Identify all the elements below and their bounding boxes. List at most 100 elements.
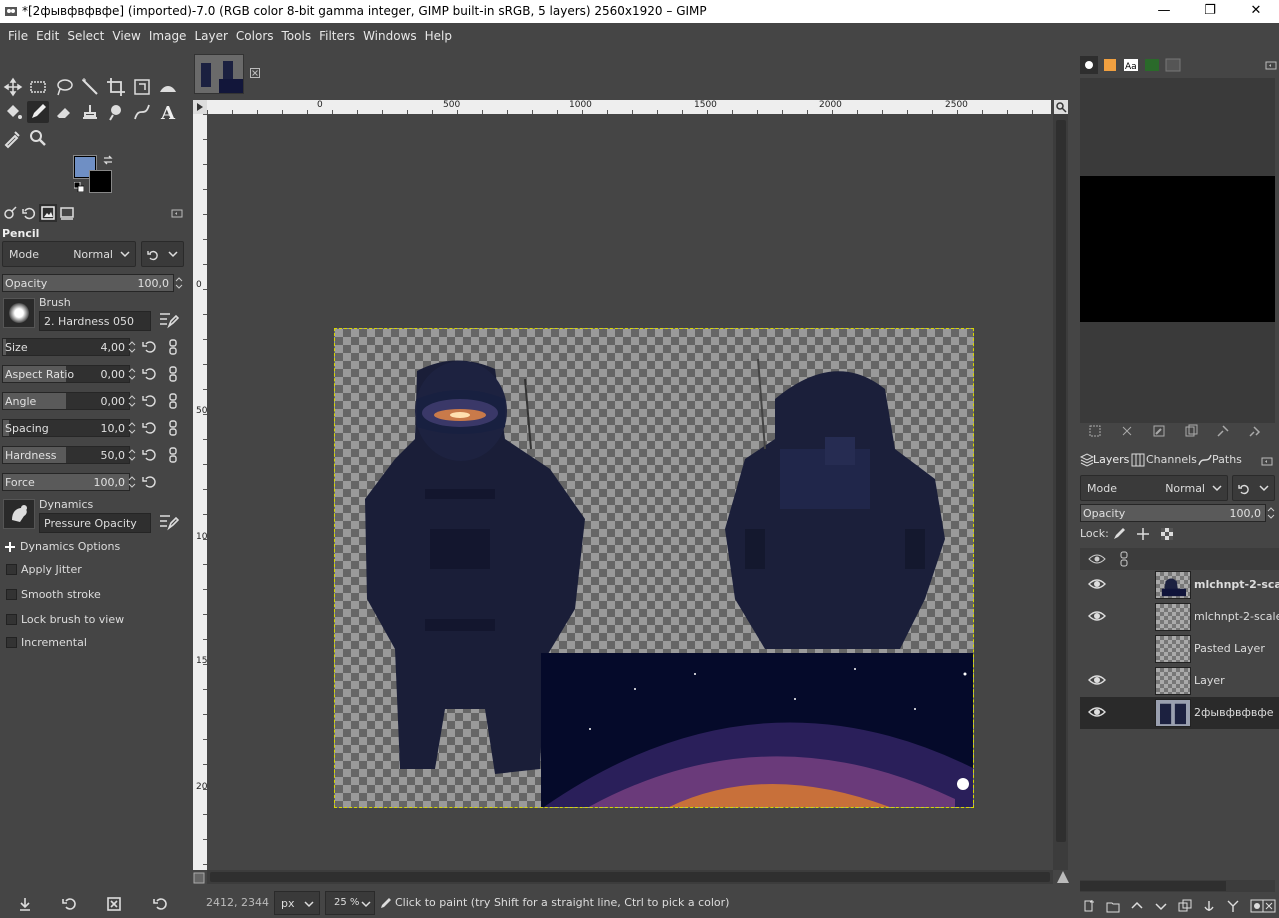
menu-tools[interactable]: Tools bbox=[278, 23, 316, 50]
opacity-slider[interactable]: Opacity 100,0 bbox=[2, 274, 174, 292]
eye-icon[interactable] bbox=[1088, 609, 1106, 623]
layer-name[interactable]: mlchnpt-2-sca bbox=[1194, 578, 1279, 591]
aspect-ratio-reset-icon[interactable] bbox=[140, 365, 158, 383]
lasso-tool-icon[interactable] bbox=[53, 76, 75, 98]
hardness-slider[interactable]: Hardness 50,0 bbox=[2, 446, 130, 464]
layer-name[interactable]: Layer bbox=[1194, 674, 1279, 687]
layers-hscroll-thumb[interactable] bbox=[1080, 881, 1226, 891]
dynamics-options-expander[interactable]: Dynamics Options bbox=[20, 540, 120, 553]
zoom-dropdown[interactable]: 25 % bbox=[325, 891, 375, 915]
aspect-ratio-link-icon[interactable] bbox=[164, 365, 182, 383]
spacing-link-icon[interactable] bbox=[164, 419, 182, 437]
layer-row-3[interactable]: Layer bbox=[1080, 665, 1279, 697]
new-layer-icon[interactable] bbox=[1082, 899, 1096, 913]
layer-row-0[interactable]: mlchnpt-2-sca bbox=[1080, 569, 1279, 601]
horizontal-scroll-thumb[interactable] bbox=[210, 872, 1050, 882]
layer-name[interactable]: mlchnpt-2-scaled bbox=[1194, 610, 1279, 623]
layer-name[interactable]: 2фывфвфвфе bbox=[1194, 706, 1279, 719]
eye-icon[interactable] bbox=[1088, 577, 1106, 591]
color-picker-tool-icon[interactable] bbox=[2, 127, 24, 149]
palettes-tab-icon[interactable] bbox=[1164, 56, 1182, 74]
brushes-tab-icon[interactable] bbox=[1080, 56, 1098, 74]
lock-pixels-icon[interactable] bbox=[1112, 527, 1126, 541]
layer-opacity-spin-icon[interactable] bbox=[1267, 506, 1275, 520]
background-color-swatch[interactable] bbox=[89, 170, 112, 193]
menu-file[interactable]: File bbox=[4, 23, 32, 50]
layers-tab[interactable]: Layers bbox=[1093, 453, 1129, 466]
paths-tool-icon[interactable] bbox=[131, 101, 153, 123]
lock-position-icon[interactable] bbox=[1136, 527, 1150, 541]
channels-tab[interactable]: Channels bbox=[1146, 453, 1197, 466]
menu-windows[interactable]: Windows bbox=[359, 23, 421, 50]
eye-icon[interactable] bbox=[1088, 673, 1106, 687]
size-spin-icon[interactable] bbox=[128, 340, 136, 354]
angle-link-icon[interactable] bbox=[164, 392, 182, 410]
lower-layer-icon[interactable] bbox=[1154, 899, 1168, 913]
aspect-ratio-spin-icon[interactable] bbox=[128, 367, 136, 381]
menu-edit[interactable]: Edit bbox=[32, 23, 63, 50]
images-tab-icon[interactable] bbox=[39, 204, 57, 222]
move-tool-icon[interactable] bbox=[2, 76, 24, 98]
image-canvas[interactable] bbox=[334, 328, 974, 808]
vertical-scroll-thumb[interactable] bbox=[1056, 120, 1066, 842]
text-tool-icon[interactable]: A bbox=[157, 101, 179, 124]
menu-filters[interactable]: Filters bbox=[315, 23, 359, 50]
angle-reset-icon[interactable] bbox=[140, 392, 158, 410]
menu-help[interactable]: Help bbox=[421, 23, 456, 50]
crop-tool-icon[interactable] bbox=[105, 76, 127, 98]
bucket-fill-tool-icon[interactable] bbox=[2, 101, 24, 123]
lock-brush-checkbox[interactable] bbox=[6, 614, 17, 625]
layer-opacity-slider[interactable]: Opacity 100,0 bbox=[1080, 504, 1266, 522]
menu-select[interactable]: Select bbox=[63, 23, 108, 50]
dynamics-preview[interactable] bbox=[3, 499, 35, 529]
size-reset-icon[interactable] bbox=[140, 338, 158, 356]
size-slider[interactable]: Size 4,00 bbox=[2, 338, 130, 356]
opacity-spin-icon[interactable] bbox=[175, 276, 183, 290]
image-canvas-viewport[interactable] bbox=[207, 114, 1053, 870]
undo-history-tab-icon[interactable] bbox=[20, 204, 38, 222]
warp-transform-tool-icon[interactable] bbox=[157, 76, 179, 98]
layer-row-4-selected[interactable]: 2фывфвфвфе bbox=[1080, 697, 1279, 729]
merge-layer-icon[interactable] bbox=[1226, 899, 1240, 913]
menu-layer[interactable]: Layer bbox=[190, 23, 231, 50]
expand-plus-icon[interactable] bbox=[4, 541, 16, 553]
layer-name[interactable]: Pasted Layer bbox=[1194, 642, 1279, 655]
apply-jitter-checkbox[interactable] bbox=[6, 564, 17, 575]
angle-slider[interactable]: Angle 0,00 bbox=[2, 392, 130, 410]
raise-layer-icon[interactable] bbox=[1130, 899, 1144, 913]
smudge-tool-icon[interactable] bbox=[105, 101, 127, 123]
delete-options-icon[interactable] bbox=[106, 896, 122, 912]
edit-dynamics-icon[interactable] bbox=[157, 510, 179, 532]
refresh-brushes-icon[interactable] bbox=[1248, 424, 1262, 438]
brush-preview[interactable] bbox=[3, 298, 35, 328]
device-status-tab-icon[interactable] bbox=[58, 204, 76, 222]
image-tab-thumbnail[interactable] bbox=[194, 54, 244, 94]
lock-alpha-icon[interactable] bbox=[1160, 527, 1174, 541]
eraser-tool-icon[interactable] bbox=[53, 101, 75, 123]
zoom-tool-icon[interactable] bbox=[27, 127, 49, 149]
paths-tab[interactable]: Paths bbox=[1212, 453, 1242, 466]
fuzzy-select-tool-icon[interactable] bbox=[79, 76, 101, 98]
save-options-icon[interactable] bbox=[17, 896, 33, 912]
rect-select-tool-icon[interactable] bbox=[27, 76, 49, 98]
edit-brush-icon[interactable] bbox=[1152, 424, 1166, 438]
open-brush-icon[interactable] bbox=[1216, 424, 1230, 438]
pencil-tool-icon[interactable] bbox=[27, 101, 49, 123]
duplicate-layer-icon[interactable] bbox=[1178, 899, 1192, 913]
vertical-scrollbar[interactable] bbox=[1053, 114, 1068, 870]
hardness-link-icon[interactable] bbox=[164, 446, 182, 464]
dock-menu-icon[interactable] bbox=[168, 204, 186, 222]
hardness-spin-icon[interactable] bbox=[128, 448, 136, 462]
dynamics-name-field[interactable]: Pressure Opacity bbox=[39, 513, 151, 533]
angle-spin-icon[interactable] bbox=[128, 394, 136, 408]
menu-colors[interactable]: Colors bbox=[232, 23, 278, 50]
close-image-tab-icon[interactable] bbox=[250, 68, 260, 78]
maximize-button[interactable]: ❐ bbox=[1187, 0, 1233, 23]
spacing-spin-icon[interactable] bbox=[128, 421, 136, 435]
layer-row-1[interactable]: mlchnpt-2-scaled bbox=[1080, 601, 1279, 633]
clone-tool-icon[interactable] bbox=[79, 101, 101, 123]
force-slider[interactable]: Force 100,0 bbox=[2, 473, 130, 491]
duplicate-brush-icon[interactable] bbox=[1184, 424, 1198, 438]
spacing-slider[interactable]: Spacing 10,0 bbox=[2, 419, 130, 437]
tool-options-tab-icon[interactable] bbox=[1, 204, 19, 222]
